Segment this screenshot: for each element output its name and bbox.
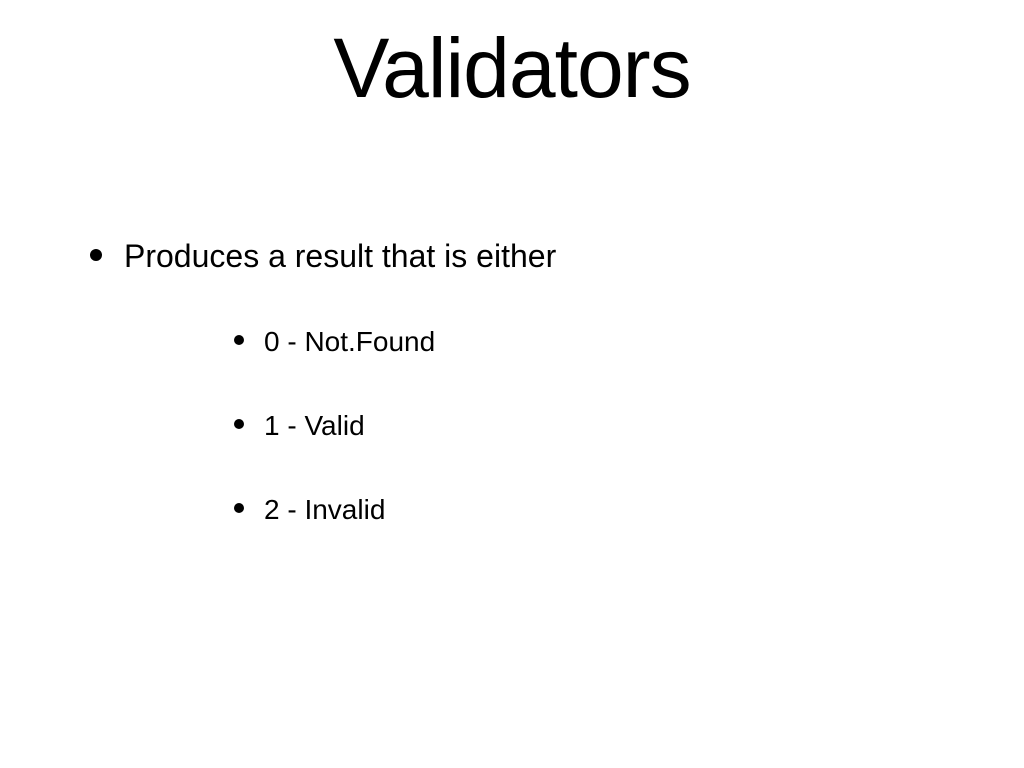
sub-item: 0 - Not.Found [234,325,556,359]
bullet-content: Produces a result that is either 0 - Not… [124,237,556,576]
bullet-text: Produces a result that is either [124,238,556,274]
bullet-dot-icon [234,335,244,345]
bullet-dot-icon [234,419,244,429]
bullet-item: Produces a result that is either 0 - Not… [90,237,964,576]
main-bullet-list: Produces a result that is either 0 - Not… [60,237,964,576]
slide-title: Validators [60,20,964,117]
sub-item-text: 0 - Not.Found [264,325,435,359]
sub-item-text: 1 - Valid [264,409,365,443]
sub-bullet-list: 0 - Not.Found 1 - Valid 2 - Invalid [124,325,556,526]
sub-item-text: 2 - Invalid [264,493,385,527]
slide-container: Validators Produces a result that is eit… [0,0,1024,768]
bullet-dot-icon [90,249,102,261]
sub-item: 1 - Valid [234,409,556,443]
bullet-dot-icon [234,503,244,513]
sub-item: 2 - Invalid [234,493,556,527]
